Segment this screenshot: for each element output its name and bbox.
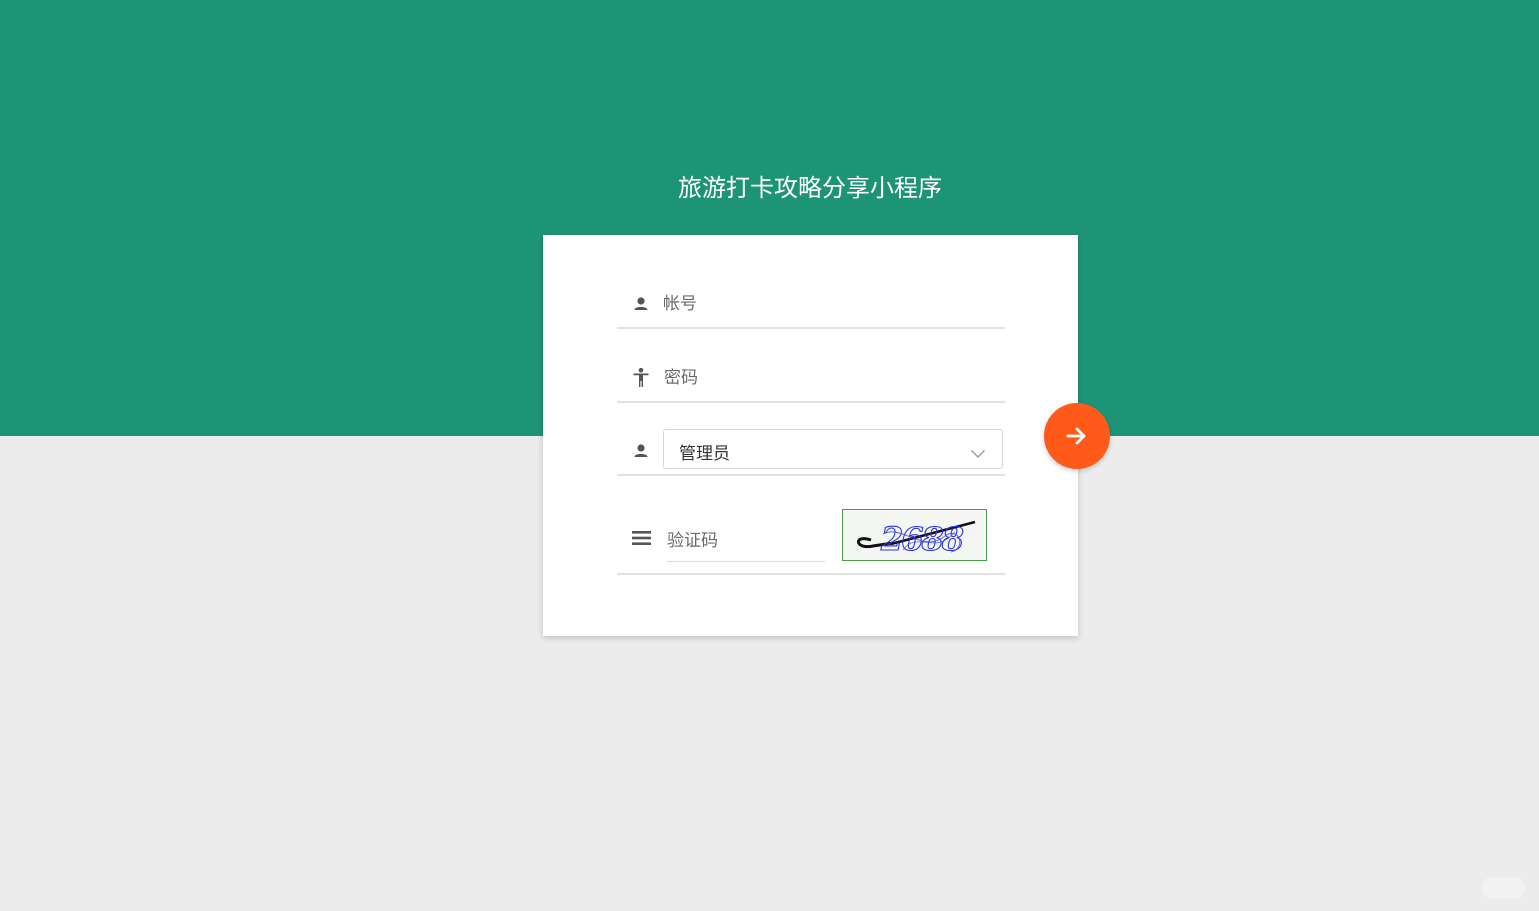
- account-input[interactable]: [663, 291, 983, 317]
- role-field: 管理员: [617, 428, 1005, 476]
- login-submit-button[interactable]: [1044, 403, 1110, 469]
- password-field: [617, 357, 1005, 403]
- role-selected-value: 管理员: [679, 444, 730, 464]
- captcha-field: 2688: [617, 503, 1005, 575]
- role-select[interactable]: 管理员: [663, 429, 1003, 469]
- captcha-input[interactable]: [667, 528, 817, 554]
- menu-lines-icon: [631, 528, 653, 548]
- captcha-image[interactable]: 2688: [842, 509, 987, 561]
- arrow-right-icon: [1066, 427, 1086, 445]
- app-title: 旅游打卡攻略分享小程序: [678, 174, 942, 202]
- captcha-input-wrap: [667, 523, 825, 562]
- login-page: 旅游打卡攻略分享小程序 帐号 管理员 验证码 2688: [0, 0, 1539, 911]
- chevron-down-icon: [970, 444, 986, 463]
- password-input[interactable]: [664, 365, 984, 391]
- account-field: [617, 283, 1005, 329]
- user-icon: [631, 294, 651, 314]
- login-card: 管理员: [543, 235, 1078, 636]
- user-icon: [631, 441, 651, 461]
- person-standing-icon: [631, 367, 651, 387]
- corner-watermark: [1481, 877, 1525, 899]
